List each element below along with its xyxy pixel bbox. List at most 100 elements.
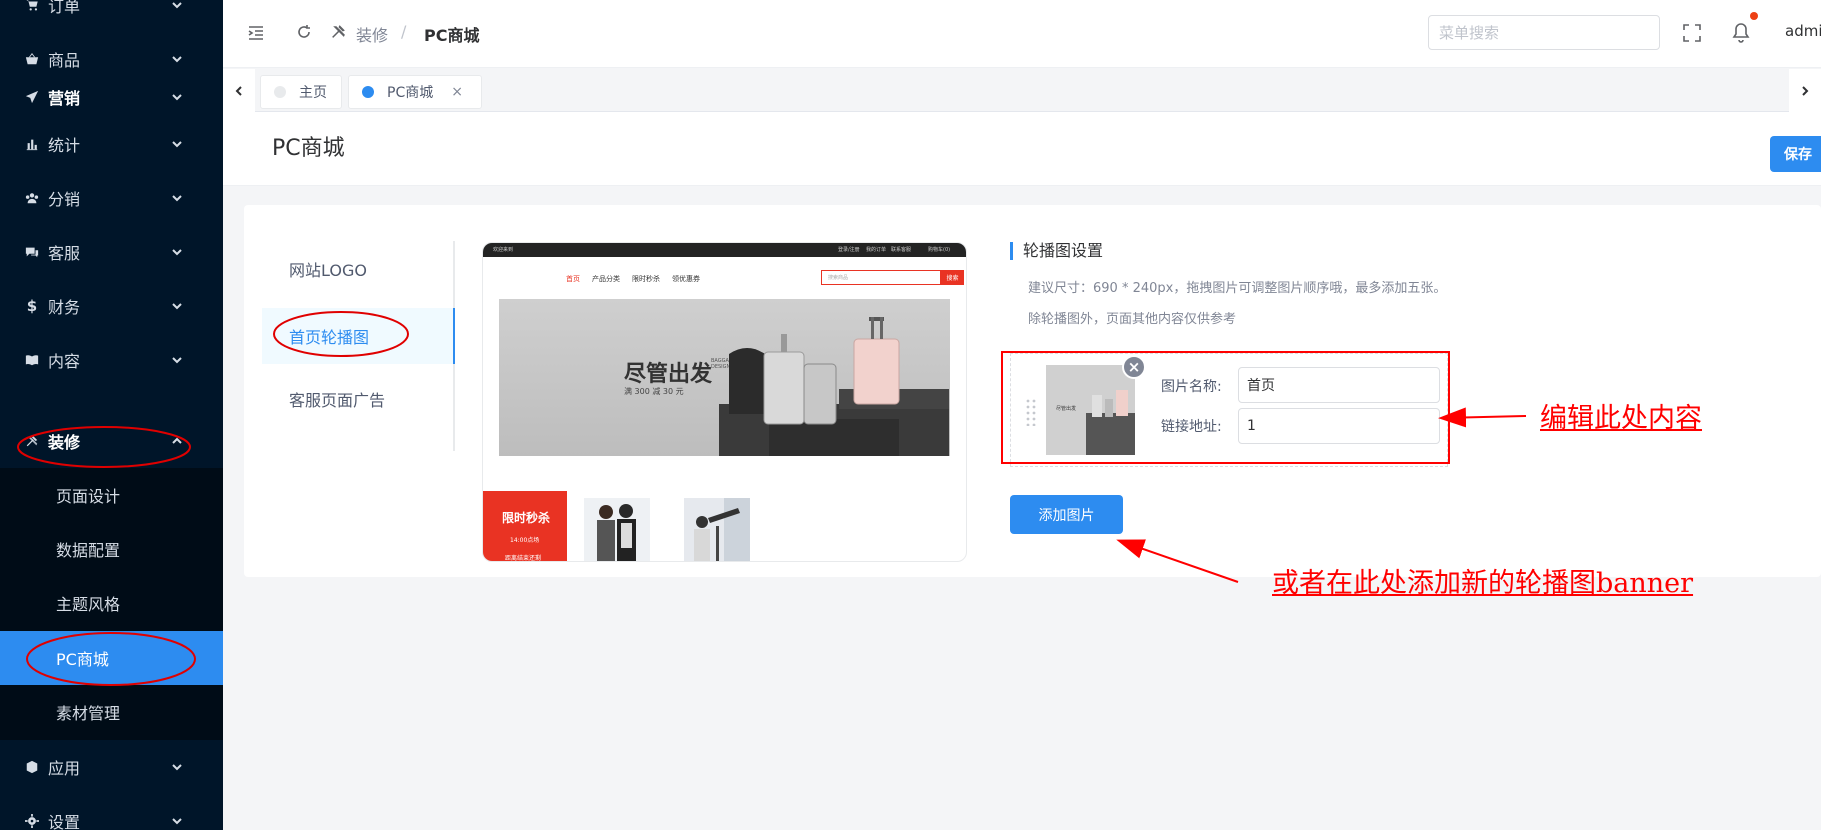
tab-home[interactable]: 主页 [260,75,342,109]
carousel-image-thumbnail[interactable]: 尽管出发 [1046,365,1135,455]
sidebar-item-apps[interactable]: 应用 [0,740,223,794]
carousel-size-tip: 建议尺寸：690 * 240px，拖拽图片可调整图片顺序哦，最多添加五张。 [1028,281,1447,296]
chevron-up-icon [171,435,183,447]
preview-search-box: 搜索商品 [821,270,941,285]
drag-handle-icon[interactable] [1025,398,1037,426]
preview-nav-item: 限时秒杀 [632,275,660,283]
sidebar-subitem-label: PC商城 [56,650,109,669]
sidebar-item-label: 分销 [48,190,81,209]
tab-dot-icon [362,86,374,98]
top-header: 装修 / PC商城 admin [223,0,1821,68]
banner-subtitle: 满 300 减 30 元 [624,387,684,396]
tab-pc-mall[interactable]: PC商城 × [348,75,482,109]
menu-fold-icon[interactable] [247,24,265,42]
sidebar-item-label: 统计 [48,136,81,155]
preview-search-button: 搜索 [941,270,964,285]
preview-nav-item: 产品分类 [592,275,620,283]
link-url-input[interactable] [1238,408,1440,444]
sidebar-subitem-theme-style[interactable]: 主题风格 [0,576,223,630]
carousel-settings-title: 轮播图设置 [1010,242,1103,260]
tab-label: 主页 [299,85,327,101]
tab-label: PC商城 [387,85,434,101]
sidebar-item-label: 内容 [48,352,81,371]
sidebar-subitem-material-management[interactable]: 素材管理 [0,685,223,739]
chevron-down-icon [171,0,183,11]
sidebar-submenu-decoration: 页面设计 数据配置 主题风格 PC商城 素材管理 [0,468,223,740]
settings-tab-label: 客服页面广告 [289,391,386,410]
carousel-reference-tip: 除轮播图外，页面其他内容仅供参考 [1028,312,1237,327]
chevron-down-icon [171,53,183,65]
bar-chart-icon [25,137,39,151]
image-name-label: 图片名称: [1161,379,1222,395]
dollar-icon: $ [26,297,38,315]
sidebar-subitem-data-config[interactable]: 数据配置 [0,522,223,576]
tabs-scroll-right-button[interactable] [1789,69,1821,112]
sidebar-item-label: 商品 [48,51,81,70]
tab-service-page-ad[interactable]: 客服页面广告 [262,371,455,427]
sidebar-subitem-label: 素材管理 [56,704,121,723]
cube-icon [25,760,39,774]
annotation-edit-note: 编辑此处内容 [1540,403,1702,434]
sidebar-item-distribution[interactable]: 分销 [0,171,223,225]
sidebar-item-finance[interactable]: $ 财务 [0,279,223,333]
sidebar-item-customer-service[interactable]: 客服 [0,225,223,279]
tabs-scroll-left-button[interactable] [223,69,255,112]
tools-icon [25,434,39,448]
sidebar-subitem-page-design[interactable]: 页面设计 [0,468,223,522]
chat-icon [25,245,39,259]
remove-image-button[interactable]: × [1122,355,1146,379]
sidebar-item-orders[interactable]: 订单 [0,0,223,32]
tabs-bar: 主页 PC商城 × [223,69,1821,112]
preview-flash-sale: 限时秒杀 14:00点场 距离结束还剩 [483,491,567,562]
save-button[interactable]: 保存 [1770,136,1821,172]
sidebar-item-settings[interactable]: 设置 [0,794,223,830]
breadcrumb-current: PC商城 [424,26,480,45]
luggage-illustration [719,317,949,456]
refresh-icon[interactable] [296,24,312,40]
breadcrumb-parent[interactable]: 装修 [356,22,388,46]
sidebar-item-marketing[interactable]: 营销 [0,70,223,124]
chevron-down-icon [171,246,183,258]
carousel-image-row[interactable]: 尽管出发 × 图片名称: 链接地址: [1010,353,1448,467]
sidebar-item-statistics[interactable]: 统计 [0,117,223,171]
bell-icon[interactable] [1730,20,1752,44]
sidebar-subitem-pc-mall[interactable]: PC商城 [0,631,223,685]
sidebar: 订单 商品 营销 统计 分销 客服 $ 财务 内容 装修 页面设计 数据配置 主… [0,0,223,830]
preview-welcome: 欢迎来到 [493,247,514,253]
chevron-down-icon [171,761,183,773]
banner-title: 尽管出发 [624,362,713,387]
preview-search-placeholder: 搜索商品 [828,275,849,281]
chevron-right-icon [1802,85,1809,96]
annotation-add-note: 或者在此处添加新的轮播图banner [1272,568,1694,599]
tab-site-logo[interactable]: 网站LOGO [262,241,455,297]
chevron-down-icon [171,91,183,103]
settings-tabs: 网站LOGO 首页轮播图 客服页面广告 [262,241,455,451]
page-header: PC商城 保存 [223,112,1821,186]
gear-icon [25,814,39,828]
sidebar-item-label: 应用 [48,759,81,778]
fullscreen-icon[interactable] [1682,23,1702,43]
tab-home-carousel[interactable]: 首页轮播图 [262,308,455,364]
user-name[interactable]: admin [1785,22,1821,40]
menu-search-input[interactable] [1428,15,1660,50]
preview-product-image [584,498,650,561]
flash-sale-countdown: 距离结束还剩 [505,555,542,562]
book-icon [25,353,39,367]
sidebar-item-label: 装修 [48,433,81,452]
preview-topbar-link: 登录/注册 [838,247,860,253]
sidebar-item-label: 订单 [48,0,81,16]
image-name-input[interactable] [1238,367,1440,403]
sidebar-item-decoration[interactable]: 装修 [0,414,223,468]
preview-topbar-link: 购物车(0) [928,247,951,253]
cart-icon [25,0,39,12]
tab-dot-icon [274,86,286,98]
sidebar-subitem-label: 页面设计 [56,487,121,506]
settings-tab-label: 首页轮播图 [289,328,370,347]
close-icon[interactable]: × [451,84,463,100]
sidebar-item-label: 营销 [48,89,81,108]
add-image-button[interactable]: 添加图片 [1010,495,1123,534]
sidebar-item-content[interactable]: 内容 [0,333,223,387]
sidebar-item-label: 财务 [48,298,81,317]
sidebar-subitem-label: 数据配置 [56,541,121,560]
chevron-left-icon [235,85,242,96]
